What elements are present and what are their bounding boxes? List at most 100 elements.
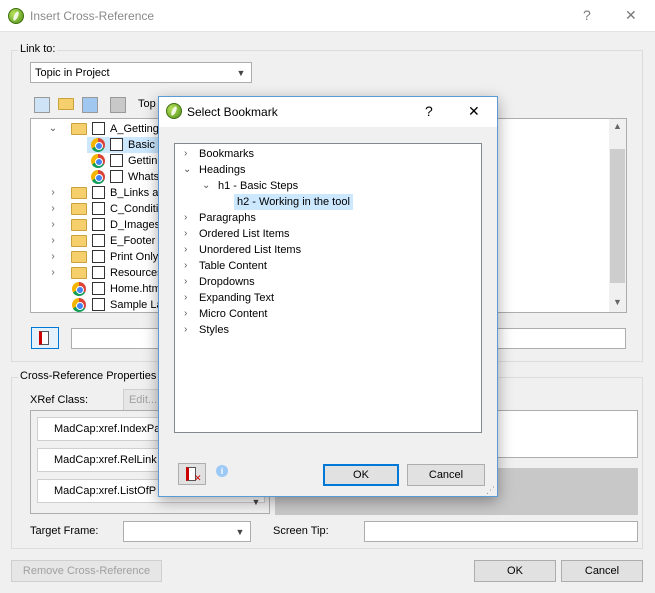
scroll-up-icon[interactable]: ▲ [613, 121, 622, 131]
delete-bookmark-button[interactable]: ✕ [178, 463, 206, 485]
tree-item-unordered-list[interactable]: Unordered List Items [199, 242, 301, 258]
tree-checkbox[interactable] [92, 218, 105, 231]
tree-scrollbar[interactable]: ▲ ▼ [609, 119, 626, 312]
dialog-close-button[interactable]: ✕ [468, 103, 480, 120]
tree-checkbox[interactable] [92, 282, 105, 295]
scroll-down-icon[interactable]: ▼ [613, 297, 622, 307]
tree-checkbox[interactable] [92, 250, 105, 263]
tree-label: C_Conditic [110, 203, 164, 215]
chrome-page-icon [91, 170, 105, 184]
tree-checkbox[interactable] [110, 138, 123, 151]
tree-checkbox[interactable] [110, 170, 123, 183]
app-logo-icon [8, 8, 24, 24]
folder-icon [71, 235, 87, 247]
tree-checkbox[interactable] [92, 266, 105, 279]
tree-row[interactable]: › C_Conditic [31, 201, 171, 217]
tree-item-paragraphs[interactable]: Paragraphs [199, 210, 256, 226]
chevron-right-icon[interactable]: › [184, 226, 187, 242]
view-icon[interactable] [82, 97, 98, 113]
chevron-right-icon[interactable]: › [47, 217, 59, 233]
tree-row[interactable]: › Resources [31, 265, 171, 281]
tree-row[interactable]: Whats [87, 169, 167, 185]
dialog-ok-button[interactable]: OK [323, 464, 399, 486]
tree-label: Print Only [110, 251, 159, 263]
tree-checkbox[interactable] [92, 202, 105, 215]
tree-checkbox[interactable] [92, 234, 105, 247]
chevron-down-icon[interactable]: ⌄ [47, 121, 59, 137]
chrome-page-icon [91, 138, 105, 152]
chevron-right-icon[interactable]: › [47, 201, 59, 217]
list-scroll-down-icon[interactable]: ▼ [248, 497, 264, 511]
bookmark-tree[interactable]: › Bookmarks ⌄ Headings ⌄ h1 - Basic Step… [174, 143, 482, 433]
main-help-button[interactable]: ? [583, 7, 591, 23]
tree-item-micro-content[interactable]: Micro Content [199, 306, 267, 322]
folder-icon [71, 203, 87, 215]
refresh-icon[interactable] [110, 97, 126, 113]
chevron-right-icon[interactable]: › [184, 306, 187, 322]
tree-item-ordered-list[interactable]: Ordered List Items [199, 226, 289, 242]
tree-row[interactable]: › B_Links an [31, 185, 171, 201]
chevron-right-icon[interactable]: › [184, 146, 187, 162]
chevron-down-icon[interactable]: ⌄ [183, 162, 191, 178]
tree-row[interactable]: Home.htm [31, 281, 171, 297]
tree-item-dropdowns[interactable]: Dropdowns [199, 274, 255, 290]
ok-button[interactable]: OK [474, 560, 556, 582]
tree-item-bookmarks[interactable]: Bookmarks [199, 146, 254, 162]
tree-label: Resources [110, 267, 163, 279]
tree-row[interactable]: Sample La [31, 297, 171, 312]
target-frame-label: Target Frame: [30, 525, 99, 537]
tree-label: Sample La [110, 299, 163, 311]
target-frame-select[interactable]: ▼ [123, 521, 251, 542]
dialog-title-bar: Select Bookmark ? ✕ [159, 97, 497, 127]
folder-open-icon[interactable] [58, 98, 74, 110]
folder-icon [71, 219, 87, 231]
tree-checkbox[interactable] [92, 186, 105, 199]
tree-row[interactable]: Gettin [87, 153, 167, 169]
cancel-button[interactable]: Cancel [561, 560, 643, 582]
tree-item-headings[interactable]: Headings [199, 162, 245, 178]
folder-icon [71, 267, 87, 279]
edit-button[interactable]: Edit... [123, 389, 163, 411]
link-to-select[interactable]: Topic in Project ▼ [30, 62, 252, 83]
main-close-button[interactable]: ✕ [625, 7, 637, 24]
chevron-right-icon[interactable]: › [184, 210, 187, 226]
remove-xref-button[interactable]: Remove Cross-Reference [11, 560, 162, 582]
tree-checkbox[interactable] [110, 154, 123, 167]
tree-row[interactable]: › E_Footer T [31, 233, 171, 249]
resize-grip-icon[interactable]: ⋰ [486, 485, 495, 496]
scroll-thumb[interactable] [610, 149, 625, 283]
xref-properties-label: Cross-Reference Properties [18, 370, 159, 382]
chevron-right-icon[interactable]: › [184, 322, 187, 338]
tree-row-selected[interactable]: Basic S [87, 137, 167, 153]
bookmark-button[interactable] [31, 327, 59, 349]
chevron-right-icon[interactable]: › [184, 258, 187, 274]
chevron-right-icon[interactable]: › [47, 185, 59, 201]
dialog-cancel-button[interactable]: Cancel [407, 464, 485, 486]
chevron-right-icon[interactable]: › [184, 274, 187, 290]
tree-checkbox[interactable] [92, 298, 105, 311]
tree-item-expanding-text[interactable]: Expanding Text [199, 290, 274, 306]
chevron-right-icon[interactable]: › [47, 249, 59, 265]
screen-tip-input[interactable] [364, 521, 638, 542]
dialog-help-button[interactable]: ? [425, 103, 433, 119]
tree-item-styles[interactable]: Styles [199, 322, 229, 338]
tree-item-h1[interactable]: h1 - Basic Steps [218, 178, 298, 194]
tree-item-h2-selected[interactable]: h2 - Working in the tool [234, 194, 353, 210]
info-icon[interactable]: i [216, 465, 228, 477]
chevron-right-icon[interactable]: › [184, 290, 187, 306]
chevron-right-icon[interactable]: › [47, 233, 59, 249]
bookmark-icon [39, 331, 49, 345]
chevron-right-icon[interactable]: › [47, 265, 59, 281]
tree-row[interactable]: › Print Only [31, 249, 171, 265]
chevron-right-icon[interactable]: › [184, 242, 187, 258]
link-to-value: Topic in Project [35, 67, 110, 79]
tree-checkbox[interactable] [92, 122, 105, 135]
main-window-title: Insert Cross-Reference [30, 9, 155, 23]
copy-icon[interactable] [34, 97, 50, 113]
tree-row[interactable]: › D_Images [31, 217, 171, 233]
chevron-down-icon[interactable]: ⌄ [202, 178, 210, 194]
tree-label: E_Footer T [110, 235, 165, 247]
folder-icon [71, 251, 87, 263]
tree-label: Home.htm [110, 283, 161, 295]
tree-item-table-content[interactable]: Table Content [199, 258, 267, 274]
